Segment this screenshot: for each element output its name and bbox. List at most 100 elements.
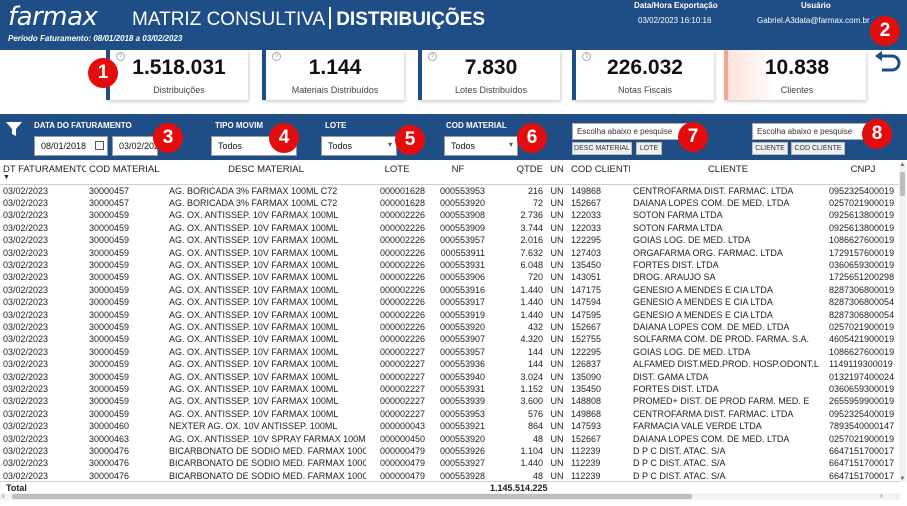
scroll-right-icon[interactable]: ›: [880, 491, 883, 500]
table-cell: 000002226: [379, 321, 425, 332]
date-to-input[interactable]: 03/02/2023: [112, 136, 164, 156]
column-header[interactable]: COD MATERIAL: [86, 162, 166, 185]
table-cell: 1086627600019: [829, 346, 895, 357]
back-arrow-icon[interactable]: [872, 50, 902, 79]
scroll-up-icon[interactable]: ▲: [899, 162, 906, 168]
vertical-scrollbar[interactable]: ▲ ▼: [899, 162, 906, 482]
column-header[interactable]: COD CLIENTE: [568, 162, 630, 185]
date-from-input[interactable]: 08/01/2018: [34, 136, 108, 156]
table-cell: 30000459: [89, 408, 130, 419]
table-cell: AG. OX. ANTISSEP. 10V FARMAX 100ML: [169, 309, 339, 320]
scroll-left-icon[interactable]: ‹: [2, 491, 5, 500]
table-row[interactable]: 03/02/2023 30000457 AG. BORICADA 3% FARMAX…: [0, 184, 900, 197]
table-row[interactable]: 03/02/2023 30000459 AG. OX. ANTISSEP. 10V …: [0, 383, 900, 395]
desc-material-button[interactable]: DESC MATERIAL: [572, 142, 632, 155]
kpi-label: Clientes: [780, 85, 814, 95]
table-cell: 000002227: [379, 371, 425, 382]
table-cell: 0360659300019: [829, 259, 895, 270]
table-cell: 1.440: [520, 309, 543, 320]
table-row[interactable]: 03/02/2023 30000476 BICARBONATO DE SODIO M…: [0, 445, 900, 457]
table-cell: UN: [550, 458, 564, 469]
table-row[interactable]: 03/02/2023 30000460 NEXTER AG. OX. 10V ANT…: [0, 420, 900, 432]
table-row[interactable]: 03/02/2023 30000459 AG. OX. ANTISSEP. 10V …: [0, 222, 900, 234]
table-cell: AG. OX. ANTISSEP. 10V FARMAX 100ML: [169, 259, 339, 270]
lote-dropdown[interactable]: Todos ▾: [321, 136, 397, 156]
lote-button[interactable]: LOTE: [636, 142, 662, 155]
column-header[interactable]: DT FATURAMENTO ▼: [0, 162, 86, 185]
table-row[interactable]: 03/02/2023 30000459 AG. OX. ANTISSEP. 10V …: [0, 284, 900, 296]
sort-down-icon[interactable]: ▼: [3, 174, 83, 181]
table-cell: 122295: [571, 346, 602, 357]
table-cell: 30000459: [89, 371, 130, 382]
column-header[interactable]: LOTE: [366, 162, 428, 185]
table-row[interactable]: 03/02/2023 30000459 AG. OX. ANTISSEP. 10V …: [0, 247, 900, 259]
table-row[interactable]: 03/02/2023 30000459 AG. OX. ANTISSEP. 10V …: [0, 259, 900, 271]
column-header[interactable]: QTDE: [488, 162, 546, 185]
table-cell: 30000476: [89, 446, 130, 457]
horizontal-scrollbar[interactable]: ‹ ›: [0, 491, 900, 500]
search-client-input[interactable]: Escolha abaixo e pesquise: [752, 123, 866, 140]
funnel-icon: [6, 122, 22, 141]
column-header[interactable]: DESC MATERIAL: [166, 162, 366, 185]
table-cell: 000000479: [379, 458, 425, 469]
table-cell: BICARBONATO DE SODIO MED. FARMAX 100G: [169, 458, 366, 469]
table-cell: D P C DIST. ATAC. S/A: [633, 446, 726, 457]
table-row[interactable]: 03/02/2023 30000459 AG. OX. ANTISSEP. 10V …: [0, 234, 900, 246]
table-cell: 122295: [571, 235, 602, 246]
table-row[interactable]: 03/02/2023 30000459 AG. OX. ANTISSEP. 10V …: [0, 395, 900, 407]
table-cell: 144: [527, 359, 543, 370]
column-header[interactable]: CLIENTE: [630, 162, 826, 185]
table-cell: 03/02/2023: [3, 396, 49, 407]
column-header[interactable]: NF: [428, 162, 488, 185]
table-cell: 03/02/2023: [3, 458, 49, 469]
header-bar: farmax Período Faturamento: 08/01/2018 a…: [0, 0, 907, 50]
date-from-value: 08/01/2018: [41, 141, 87, 151]
scroll-thumb[interactable]: [900, 172, 905, 196]
table-row[interactable]: 03/02/2023 30000459 AG. OX. ANTISSEP. 10V …: [0, 209, 900, 221]
table-cell: AG. OX. ANTISSEP. 10V FARMAX 100ML: [169, 210, 339, 221]
scroll-down-icon[interactable]: ▼: [899, 476, 906, 482]
table-cell: 03/02/2023: [3, 210, 49, 221]
table-cell: 144: [527, 346, 543, 357]
table-row[interactable]: 03/02/2023 30000459 AG. OX. ANTISSEP. 10V …: [0, 309, 900, 321]
table-cell: 135090: [571, 371, 602, 382]
table-row[interactable]: 03/02/2023 30000459 AG. OX. ANTISSEP. 10V …: [0, 358, 900, 370]
table-row[interactable]: 03/02/2023 30000459 AG. OX. ANTISSEP. 10V …: [0, 321, 900, 333]
cod-material-dropdown[interactable]: Todos ▾: [444, 136, 518, 156]
table-cell: UN: [550, 309, 564, 320]
table-cell: 152667: [571, 433, 602, 444]
table-row[interactable]: 03/02/2023 30000457 AG. BORICADA 3% FARMAX…: [0, 197, 900, 209]
calendar-icon[interactable]: [95, 141, 104, 150]
table-row[interactable]: 03/02/2023 30000459 AG. OX. ANTISSEP. 10V …: [0, 271, 900, 283]
table-cell: 2655959900019: [829, 396, 895, 407]
table-cell: 0257021900019: [829, 197, 895, 208]
scroll-thumb[interactable]: [12, 494, 692, 499]
table-cell: 000002226: [379, 222, 425, 233]
table-cell: 03/02/2023: [3, 272, 49, 283]
table-cell: 03/02/2023: [3, 384, 49, 394]
kpi-card-distribuicoes: ? 1.518.031 Distribuições: [106, 50, 248, 100]
cliente-button[interactable]: CLIENTE: [752, 142, 788, 155]
table-cell: 122033: [571, 222, 602, 233]
table-row[interactable]: 03/02/2023 30000463 AG. OX. ANTISSEP. 10V …: [0, 433, 900, 445]
table-cell: 30000459: [89, 284, 130, 295]
table-cell: GENESIO A MENDES E CIA LTDA: [633, 309, 773, 320]
kpi-value: 7.830: [464, 56, 518, 79]
column-header[interactable]: CNPJ: [826, 162, 900, 185]
column-header[interactable]: UN: [546, 162, 568, 185]
table-cell: 152755: [571, 334, 602, 345]
table-cell: UN: [550, 408, 564, 419]
table-cell: 6.048: [520, 259, 543, 270]
table-row[interactable]: 03/02/2023 30000459 AG. OX. ANTISSEP. 10V …: [0, 346, 900, 358]
kpi-label: Materiais Distribuídos: [291, 85, 379, 95]
cod-cliente-button[interactable]: COD CLIENTE: [791, 142, 845, 155]
table-row[interactable]: 03/02/2023 30000459 AG. OX. ANTISSEP. 10V …: [0, 408, 900, 420]
table-cell: 000553936: [439, 359, 485, 370]
table-row[interactable]: 03/02/2023 30000459 AG. OX. ANTISSEP. 10V …: [0, 296, 900, 308]
table-row[interactable]: 03/02/2023 30000459 AG. OX. ANTISSEP. 10V …: [0, 371, 900, 383]
table-cell: 000553953: [439, 185, 485, 196]
table-row[interactable]: 03/02/2023 30000459 AG. OX. ANTISSEP. 10V …: [0, 333, 900, 345]
table-row[interactable]: 03/02/2023 30000476 BICARBONATO DE SODIO M…: [0, 457, 900, 469]
search-material-input[interactable]: Escolha abaixo e pesquise: [572, 123, 688, 140]
export-label: Data/Hora Exportação: [634, 1, 718, 10]
